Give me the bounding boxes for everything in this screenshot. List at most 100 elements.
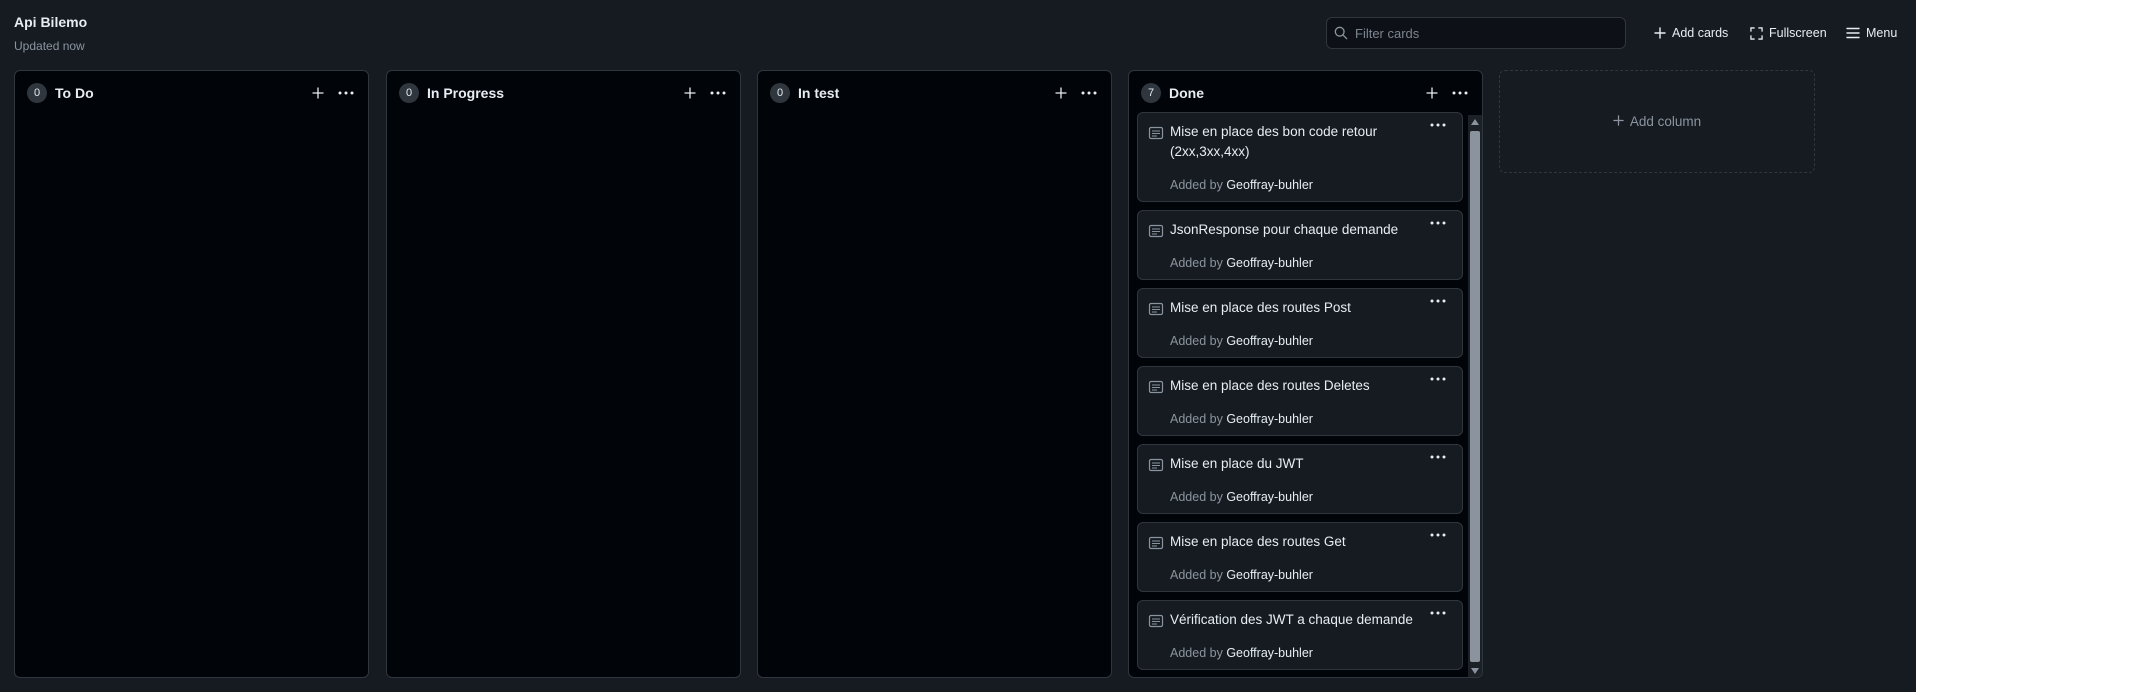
note-card[interactable]: Mise en place des bon code retour (2xx,3… (1137, 112, 1463, 202)
add-card-plus-icon[interactable] (1422, 83, 1442, 103)
card-added-by: Added by Geoffray-buhler (1170, 256, 1313, 270)
card-added-by: Added by Geoffray-buhler (1170, 334, 1313, 348)
scroll-up-arrow-icon[interactable] (1468, 115, 1482, 129)
menu-label: Menu (1866, 26, 1898, 40)
plus-icon (1654, 27, 1666, 39)
card-added-by: Added by Geoffray-buhler (1170, 412, 1313, 426)
column-todo: 0 To Do (14, 70, 369, 678)
add-column-button[interactable]: Add column (1499, 70, 1815, 173)
add-card-plus-icon[interactable] (680, 83, 700, 103)
scroll-down-arrow-icon[interactable] (1468, 664, 1482, 677)
card-added-by: Added by Geoffray-buhler (1170, 568, 1313, 582)
column-body (387, 115, 740, 677)
column-done: 7 Done Mise en place des bon code retour… (1128, 70, 1483, 678)
added-by-label: Added by (1170, 256, 1223, 270)
card-title: Mise en place des routes Get (1170, 534, 1346, 549)
fullscreen-icon (1750, 26, 1763, 40)
card-title: Vérification des JWT a chaque demande (1170, 612, 1413, 627)
column-body: Mise en place des bon code retour (2xx,3… (1129, 112, 1482, 677)
add-card-plus-icon[interactable] (1051, 83, 1071, 103)
fullscreen-label: Fullscreen (1769, 26, 1827, 40)
card-added-by: Added by Geoffray-buhler (1170, 178, 1313, 192)
card-author-link[interactable]: Geoffray-buhler (1226, 568, 1313, 582)
scrollbar-thumb[interactable] (1470, 131, 1480, 662)
card-count-badge: 0 (399, 83, 419, 103)
note-icon (1148, 613, 1164, 629)
add-cards-label: Add cards (1672, 26, 1729, 40)
column-scrollbar[interactable] (1468, 115, 1482, 677)
column-header: 0 In test (758, 71, 1111, 115)
note-card[interactable]: Mise en place des routes Deletes Added b… (1137, 366, 1463, 436)
column-in-progress: 0 In Progress (386, 70, 741, 678)
column-more-options-icon[interactable] (704, 83, 732, 103)
fullscreen-button[interactable]: Fullscreen (1750, 22, 1827, 44)
column-header: 0 In Progress (387, 71, 740, 115)
note-card[interactable]: Mise en place des routes Post Added by G… (1137, 288, 1463, 358)
note-card[interactable]: Mise en place des routes Get Added by Ge… (1137, 522, 1463, 592)
card-added-by: Added by Geoffray-buhler (1170, 490, 1313, 504)
card-more-options-icon[interactable] (1426, 527, 1450, 543)
filter-cards-field[interactable] (1326, 17, 1626, 49)
added-by-label: Added by (1170, 646, 1223, 660)
column-more-options-icon[interactable] (1446, 83, 1474, 103)
note-icon (1148, 125, 1164, 141)
added-by-label: Added by (1170, 178, 1223, 192)
card-more-options-icon[interactable] (1426, 449, 1450, 465)
column-title: Done (1169, 85, 1204, 101)
column-header: 0 To Do (15, 71, 368, 115)
hamburger-icon (1846, 27, 1860, 39)
card-title: JsonResponse pour chaque demande (1170, 222, 1399, 237)
card-author-link[interactable]: Geoffray-buhler (1226, 412, 1313, 426)
card-more-options-icon[interactable] (1426, 215, 1450, 231)
card-author-link[interactable]: Geoffray-buhler (1226, 178, 1313, 192)
card-author-link[interactable]: Geoffray-buhler (1226, 490, 1313, 504)
added-by-label: Added by (1170, 334, 1223, 348)
column-header: 7 Done (1129, 71, 1482, 115)
card-title: Mise en place des routes Deletes (1170, 378, 1370, 393)
card-added-by: Added by Geoffray-buhler (1170, 646, 1313, 660)
card-author-link[interactable]: Geoffray-buhler (1226, 646, 1313, 660)
search-icon (1327, 18, 1355, 48)
added-by-label: Added by (1170, 490, 1223, 504)
menu-button[interactable]: Menu (1846, 22, 1897, 44)
card-more-options-icon[interactable] (1426, 605, 1450, 621)
note-card[interactable]: Mise en place du JWT Added by Geoffray-b… (1137, 444, 1463, 514)
add-column-label: Add column (1629, 114, 1702, 129)
added-by-label: Added by (1170, 412, 1223, 426)
card-title: Mise en place des bon code retour (2xx,3… (1170, 124, 1378, 159)
updated-status: Updated now (14, 39, 85, 53)
column-body (758, 115, 1111, 677)
card-more-options-icon[interactable] (1426, 117, 1450, 133)
column-body (15, 115, 368, 677)
card-count-badge: 0 (27, 83, 47, 103)
card-more-options-icon[interactable] (1426, 371, 1450, 387)
add-cards-button[interactable]: Add cards (1654, 22, 1728, 44)
project-title: Api Bilemo (14, 14, 88, 30)
card-list: Mise en place des bon code retour (2xx,3… (1137, 112, 1463, 677)
note-icon (1148, 535, 1164, 551)
column-title: To Do (55, 85, 94, 101)
column-more-options-icon[interactable] (332, 83, 360, 103)
card-count-badge: 0 (770, 83, 790, 103)
filter-cards-input[interactable] (1355, 25, 1625, 41)
card-author-link[interactable]: Geoffray-buhler (1226, 334, 1313, 348)
card-more-options-icon[interactable] (1426, 293, 1450, 309)
note-icon (1148, 457, 1164, 473)
project-board: Api Bilemo Updated now Add cards Fullscr… (0, 0, 1916, 692)
note-card[interactable]: JsonResponse pour chaque demande Added b… (1137, 210, 1463, 280)
card-title: Mise en place du JWT (1170, 456, 1304, 471)
card-author-link[interactable]: Geoffray-buhler (1226, 256, 1313, 270)
note-card[interactable]: Vérification des JWT a chaque demande Ad… (1137, 600, 1463, 670)
board-header: Api Bilemo Updated now Add cards Fullscr… (0, 0, 1916, 62)
note-icon (1148, 223, 1164, 239)
column-title: In Progress (427, 85, 505, 101)
card-count-badge: 7 (1141, 83, 1161, 103)
add-card-plus-icon[interactable] (308, 83, 328, 103)
column-more-options-icon[interactable] (1075, 83, 1103, 103)
plus-icon (1613, 114, 1624, 129)
column-in-test: 0 In test (757, 70, 1112, 678)
note-icon (1148, 379, 1164, 395)
added-by-label: Added by (1170, 568, 1223, 582)
card-title: Mise en place des routes Post (1170, 300, 1351, 315)
note-icon (1148, 301, 1164, 317)
